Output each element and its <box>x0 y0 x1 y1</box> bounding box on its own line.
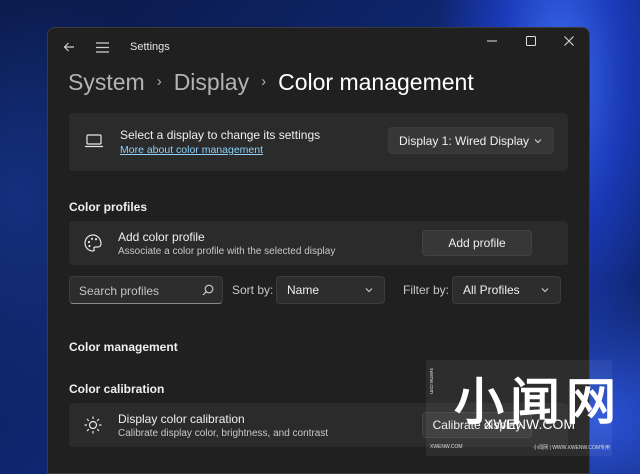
minimize-button[interactable] <box>472 30 512 52</box>
close-button[interactable] <box>549 30 589 52</box>
color-profiles-heading: Color profiles <box>69 200 148 214</box>
chevron-right-icon: › <box>156 72 162 90</box>
chevron-down-icon <box>534 138 542 143</box>
watermark-side-text: xwenw.com <box>428 368 434 394</box>
back-arrow-icon <box>63 42 74 52</box>
watermark: xwenw.com 小闻网 XWENW.COM XWENW.COM 小闻网 | … <box>426 360 616 456</box>
display-select-card: Select a display to change its settings … <box>69 113 568 171</box>
color-management-link[interactable]: More about color management <box>120 144 263 156</box>
watermark-bottom-strip: XWENW.COM 小闻网 | WWW.XWENW.COM专用 <box>430 444 610 451</box>
search-icon <box>202 284 214 296</box>
chevron-down-icon <box>365 288 373 293</box>
display-dropdown[interactable]: Display 1: Wired Display <box>388 127 554 154</box>
search-profiles-input[interactable]: Search profiles <box>69 276 223 304</box>
calibration-subtitle: Calibrate display color, brightness, and… <box>118 428 329 439</box>
color-management-heading: Color management <box>69 340 178 354</box>
watermark-bottom-left: XWENW.COM <box>430 444 463 450</box>
menu-button[interactable] <box>91 36 113 58</box>
search-placeholder: Search profiles <box>79 284 160 298</box>
breadcrumb-system[interactable]: System <box>68 69 145 96</box>
filter-by-label: Filter by: <box>403 283 450 297</box>
sort-by-dropdown[interactable]: Name <box>276 276 385 304</box>
palette-icon <box>84 234 102 252</box>
page-title: Color management <box>278 68 474 95</box>
chevron-down-icon <box>541 288 549 293</box>
breadcrumb: System › Display › Color management <box>68 66 474 98</box>
title-bar: Settings <box>48 28 589 66</box>
color-calibration-heading: Color calibration <box>69 382 165 396</box>
add-color-profile-title: Add color profile <box>118 230 205 244</box>
window-title: Settings <box>130 41 170 53</box>
add-color-profile-subtitle: Associate a color profile with the selec… <box>118 246 336 257</box>
watermark-bottom-right: 小闻网 | WWW.XWENW.COM专用 <box>533 445 610 451</box>
laptop-icon <box>85 134 103 148</box>
display-card-title: Select a display to change its settings <box>120 128 321 142</box>
display-dropdown-value: Display 1: Wired Display <box>399 133 530 148</box>
minimize-icon <box>487 40 497 42</box>
filter-by-dropdown[interactable]: All Profiles <box>452 276 561 304</box>
close-icon <box>564 36 574 46</box>
add-profile-button[interactable]: Add profile <box>422 230 532 256</box>
breadcrumb-display[interactable]: Display <box>174 69 249 96</box>
add-color-profile-card: Add color profile Associate a color prof… <box>69 221 568 265</box>
back-button[interactable] <box>58 36 80 58</box>
sort-by-label: Sort by: <box>232 283 274 297</box>
brightness-icon <box>84 416 102 434</box>
calibration-title: Display color calibration <box>118 412 245 426</box>
filter-by-value: All Profiles <box>463 283 520 297</box>
maximize-icon <box>526 36 536 46</box>
chevron-right-icon: › <box>261 72 267 90</box>
maximize-button[interactable] <box>511 30 551 52</box>
watermark-english-text: XWENW.COM <box>484 416 575 432</box>
sort-by-value: Name <box>287 283 320 297</box>
hamburger-icon <box>95 41 109 53</box>
